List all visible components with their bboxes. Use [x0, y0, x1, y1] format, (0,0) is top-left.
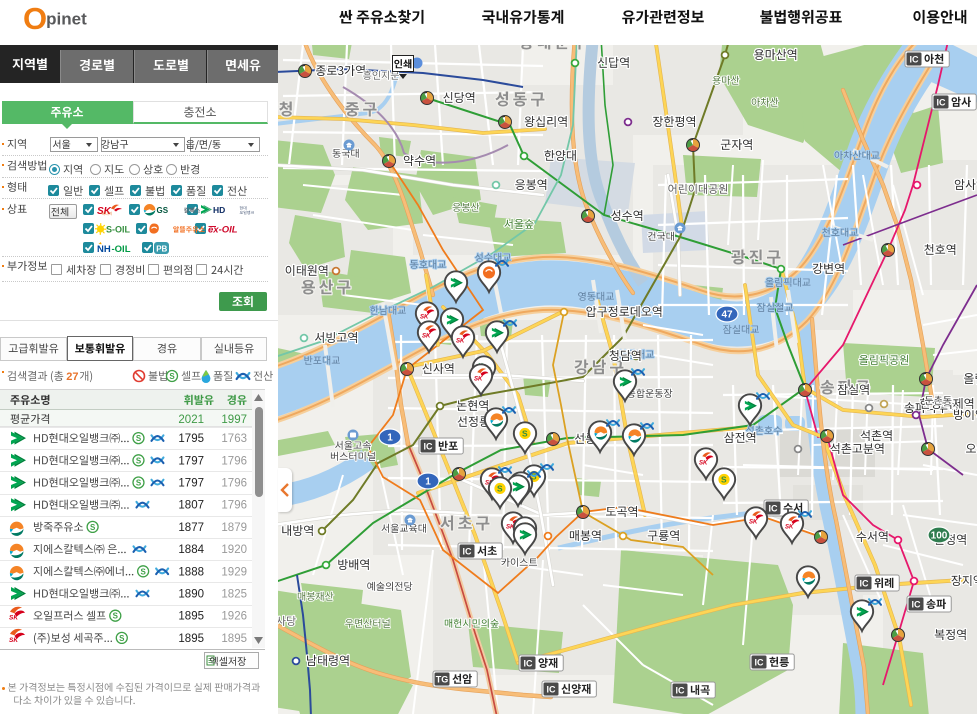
- svg-text:IC: IC: [755, 658, 765, 668]
- svg-text:IC: IC: [910, 55, 920, 65]
- svg-text:SK: SK: [420, 315, 429, 321]
- svg-text:1: 1: [425, 477, 431, 488]
- svg-text:SK: SK: [474, 377, 483, 383]
- svg-text:IC: IC: [937, 98, 947, 108]
- svg-text:-OIL: -OIL: [112, 244, 131, 255]
- svg-text:IC: IC: [912, 600, 922, 610]
- svg-text:SK: SK: [422, 334, 431, 340]
- svg-text:S-OIL: S-OIL: [106, 225, 131, 235]
- svg-text:IC: IC: [524, 659, 534, 669]
- svg-text:NH: NH: [97, 244, 111, 255]
- svg-text:S: S: [522, 429, 528, 439]
- svg-text:PB: PB: [156, 245, 167, 254]
- svg-text:IC: IC: [463, 547, 473, 557]
- svg-text:GS: GS: [157, 206, 169, 215]
- svg-text:HD: HD: [213, 205, 225, 215]
- svg-text:1: 1: [387, 433, 393, 444]
- svg-text:SK: SK: [699, 461, 708, 467]
- svg-text:47: 47: [721, 310, 733, 321]
- svg-text:IC: IC: [424, 442, 434, 452]
- svg-text:S: S: [721, 475, 727, 485]
- svg-text:IC: IC: [860, 579, 870, 589]
- svg-text:SK: SK: [749, 520, 758, 526]
- svg-text:IC: IC: [676, 686, 686, 696]
- svg-text:SK: SK: [97, 206, 112, 217]
- svg-text:100: 100: [931, 531, 948, 542]
- svg-text:IC: IC: [769, 504, 779, 514]
- svg-text:S: S: [497, 484, 503, 494]
- svg-text:IC: IC: [547, 685, 557, 695]
- svg-text:SK: SK: [456, 339, 465, 345]
- svg-text:SK: SK: [785, 525, 794, 531]
- svg-text:TG: TG: [436, 675, 449, 685]
